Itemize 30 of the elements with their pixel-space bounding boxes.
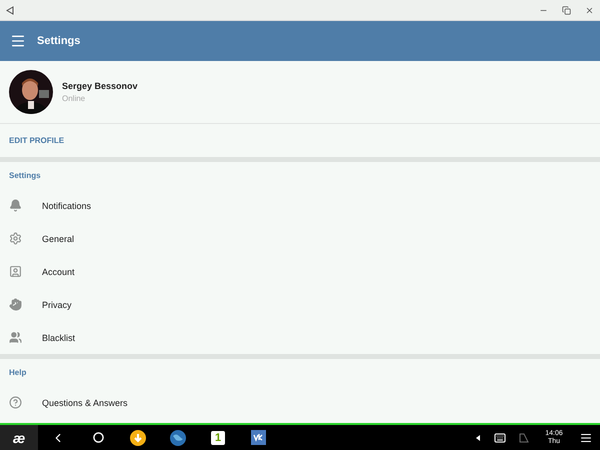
notifications-icon[interactable]: [580, 432, 592, 444]
bell-icon: [9, 199, 22, 212]
download-app-icon[interactable]: [130, 430, 146, 446]
edit-profile-link[interactable]: EDIT PROFILE: [9, 136, 64, 145]
settings-item[interactable]: Blacklist: [0, 321, 600, 354]
people-icon: [9, 331, 22, 344]
home-icon[interactable]: [92, 432, 104, 443]
section-header: Help: [9, 368, 26, 377]
settings-item[interactable]: Privacy: [0, 288, 600, 321]
settings-item[interactable]: Notifications: [0, 189, 600, 222]
help-icon: [9, 396, 22, 409]
arrow-left-icon[interactable]: [476, 434, 480, 440]
contact-card-icon: [9, 265, 22, 278]
settings-item[interactable]: General: [0, 222, 600, 255]
settings-item[interactable]: Questions & Answers: [0, 386, 600, 419]
settings-item[interactable]: Account: [0, 255, 600, 288]
app-bar-title: Settings: [37, 35, 80, 47]
restore-icon[interactable]: [562, 6, 571, 14]
launcher-logo[interactable]: æ: [0, 425, 38, 450]
keyboard-icon[interactable]: [494, 432, 506, 444]
back-icon[interactable]: [6, 6, 14, 14]
gear-icon: [9, 232, 22, 245]
profile-name: Sergey Bessonov: [62, 81, 138, 91]
profile-status: Online: [62, 94, 86, 103]
vk-app-icon[interactable]: [250, 430, 266, 445]
menu-icon[interactable]: [10, 33, 26, 49]
globe-icon[interactable]: [170, 430, 186, 446]
hand-icon: [9, 298, 22, 311]
section-header: Settings: [9, 171, 41, 180]
close-icon[interactable]: [585, 6, 594, 14]
